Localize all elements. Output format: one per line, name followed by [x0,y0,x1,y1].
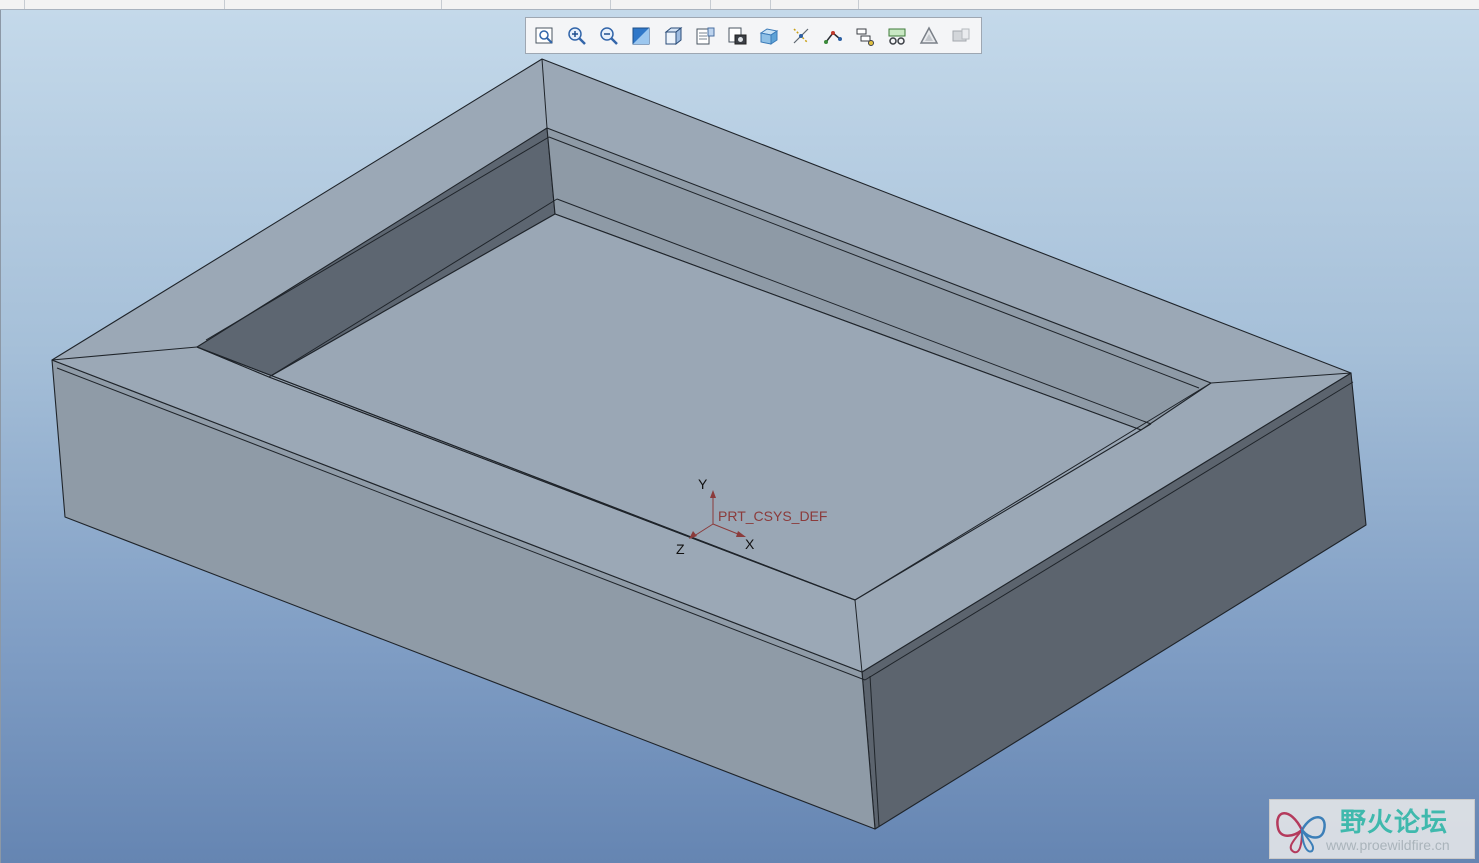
tab-separator [224,0,225,9]
repaint-icon [632,27,650,44]
datum-display-icon [793,27,809,44]
appearance-icon [919,25,939,44]
model-tree-icon [888,28,906,45]
butterfly-logo-icon [1276,812,1326,854]
tab-separator [441,0,442,9]
watermark: 野火论坛 www.proewildfire.cn [1269,799,1475,859]
extra-tool-button[interactable] [946,22,976,50]
view-manager-icon [728,27,747,44]
tab-separator [858,0,859,9]
graphics-window[interactable]: PRT_CSYS_DEF Y X Z 野火论坛 www.proewildfire… [0,10,1479,863]
zoom-out-icon [600,26,618,45]
csys-label: PRT_CSYS_DEF [718,508,827,524]
csys-axis-z-label: Z [676,541,685,557]
watermark-title: 野火论坛 [1340,808,1449,838]
tab-separator [610,0,611,9]
csys-axis-x-label: X [745,536,755,552]
zoom-in-icon [568,26,586,45]
proe-window: PRT_CSYS_DEF Y X Z 野火论坛 www.proewildfire… [0,0,1479,863]
view-manager-button[interactable] [722,22,752,50]
tab-separator [770,0,771,9]
layer-button[interactable] [850,22,880,50]
repaint-button[interactable] [626,22,656,50]
csys-axis-y-label: Y [698,476,708,492]
saved-views-button[interactable] [690,22,720,50]
ribbon-tab-strip [0,0,1479,10]
watermark-url: www.proewildfire.cn [1326,837,1450,853]
model-tree-button[interactable] [882,22,912,50]
saved-views-icon [696,27,715,44]
annotation-display-icon [824,30,842,44]
graphics-toolbar [525,17,982,54]
section-button[interactable] [754,22,784,50]
extra-tool-icon [952,28,970,41]
section-icon [759,27,779,45]
zoom-out-button[interactable] [594,22,624,50]
annotation-display-button[interactable] [818,22,848,50]
model-canvas[interactable]: PRT_CSYS_DEF Y X Z [1,10,1479,863]
tab-separator [710,0,711,9]
zoom-in-button[interactable] [562,22,592,50]
tab-separator [24,0,25,9]
display-style-button[interactable] [658,22,688,50]
refit-icon [535,27,553,44]
layer-icon [856,28,874,46]
appearance-button[interactable] [914,22,944,50]
datum-display-button[interactable] [786,22,816,50]
refit-button[interactable] [530,22,560,50]
display-style-icon [664,26,683,45]
